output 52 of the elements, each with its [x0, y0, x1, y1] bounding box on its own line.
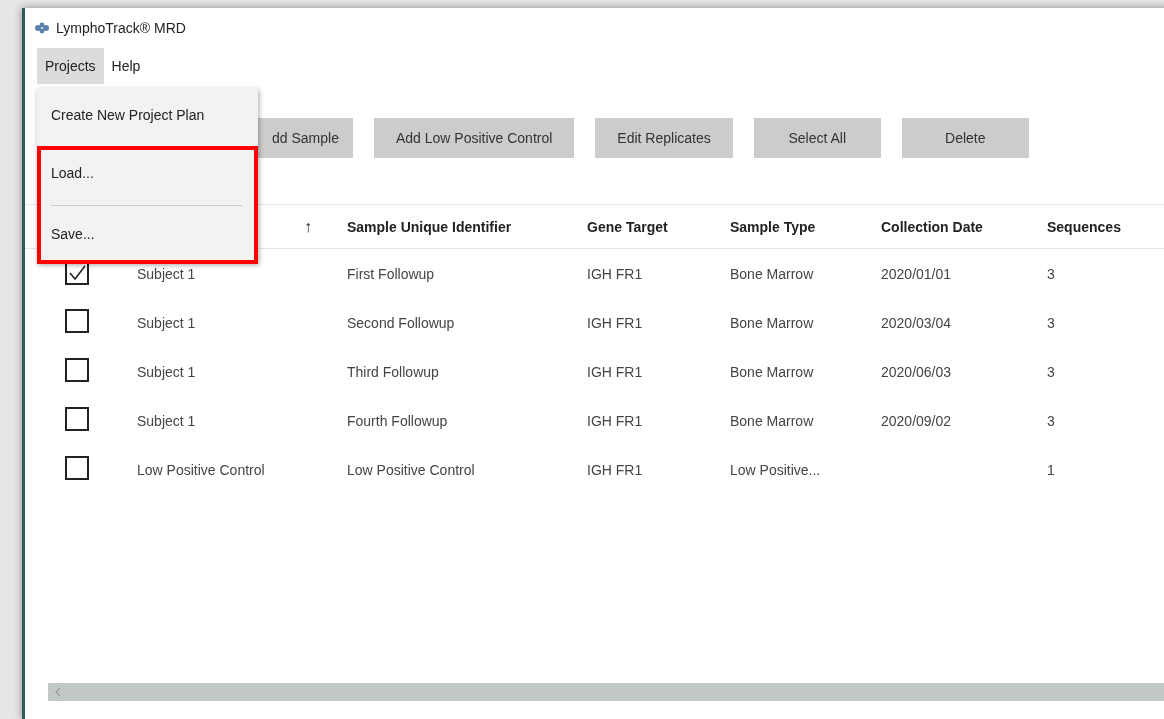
checkbox[interactable] [65, 358, 89, 382]
table-cell: IGH FR1 [587, 314, 643, 331]
checkbox[interactable] [65, 407, 89, 431]
table-cell: 2020/06/03 [881, 363, 952, 380]
column-header[interactable]: Gene Target [587, 218, 730, 235]
table-cell: 2020/01/01 [881, 265, 952, 282]
table-cell: 2020/09/02 [881, 412, 952, 429]
checkbox[interactable] [65, 456, 89, 480]
table-cell: 3 [1047, 265, 1055, 282]
table-cell-text: Subject 1 [137, 412, 197, 429]
table-cell: 3 [1047, 314, 1055, 331]
menu-item[interactable]: Projects [37, 48, 104, 84]
column-header[interactable]: Collection Date [881, 218, 1047, 235]
table-cell: IGH FR1 [587, 461, 643, 478]
table-cell: First Followup [347, 265, 435, 282]
table-cell: 2020/03/04 [881, 314, 952, 331]
table-cell: Second Followup [347, 314, 455, 331]
table-cell: Bone Marrow [730, 412, 814, 429]
table-cell: 1 [1047, 461, 1055, 478]
table-cell-text: Subject 1 [137, 265, 197, 282]
table-cell: 3 [1047, 363, 1055, 380]
table-cell: IGH FR1 [587, 412, 643, 429]
table-cell: Fourth Followup [347, 412, 448, 429]
table-cell: Third Followup [347, 363, 439, 380]
column-header[interactable]: Sequences [1047, 218, 1164, 235]
table-cell: Bone Marrow [730, 265, 814, 282]
table-cell: 3 [1047, 412, 1055, 429]
table-cell-text: Low Positive Control [137, 461, 266, 478]
column-header[interactable]: Sample Type [730, 218, 881, 235]
table-cell-text: Subject 1 [137, 363, 197, 380]
table-cell: Low Positive Control [347, 461, 475, 478]
window-title: LymphoTrack® MRD [56, 20, 186, 36]
toolbar-button[interactable]: Edit Replicates [595, 118, 733, 158]
checkbox[interactable] [65, 309, 89, 333]
table-cell: IGH FR1 [587, 265, 643, 282]
sort-arrow[interactable]: ↑ [304, 217, 312, 236]
menu-option[interactable]: Create New Project Plan [51, 103, 205, 133]
toolbar-button[interactable]: Select All [753, 118, 881, 158]
app-logo-icon [34, 22, 50, 34]
table-cell-text: Subject 1 [137, 314, 197, 331]
table-cell: Bone Marrow [730, 314, 814, 331]
table-cell: IGH FR1 [587, 363, 643, 380]
table-cell: Low Positive... [730, 461, 821, 478]
menu-item[interactable]: Help [103, 48, 149, 84]
toolbar-button[interactable]: Add Low Positive Control [373, 118, 575, 158]
menu-option[interactable]: Save... [51, 222, 95, 252]
table-cell: Bone Marrow [730, 363, 814, 380]
column-header[interactable]: Sample Unique Identifier [347, 218, 587, 235]
horizontal-scrollbar[interactable] [48, 683, 1164, 701]
menu-option[interactable]: Load... [51, 161, 94, 191]
toolbar-button[interactable]: Delete [901, 118, 1029, 158]
toolbar-button[interactable]: dd Sample [258, 118, 353, 158]
